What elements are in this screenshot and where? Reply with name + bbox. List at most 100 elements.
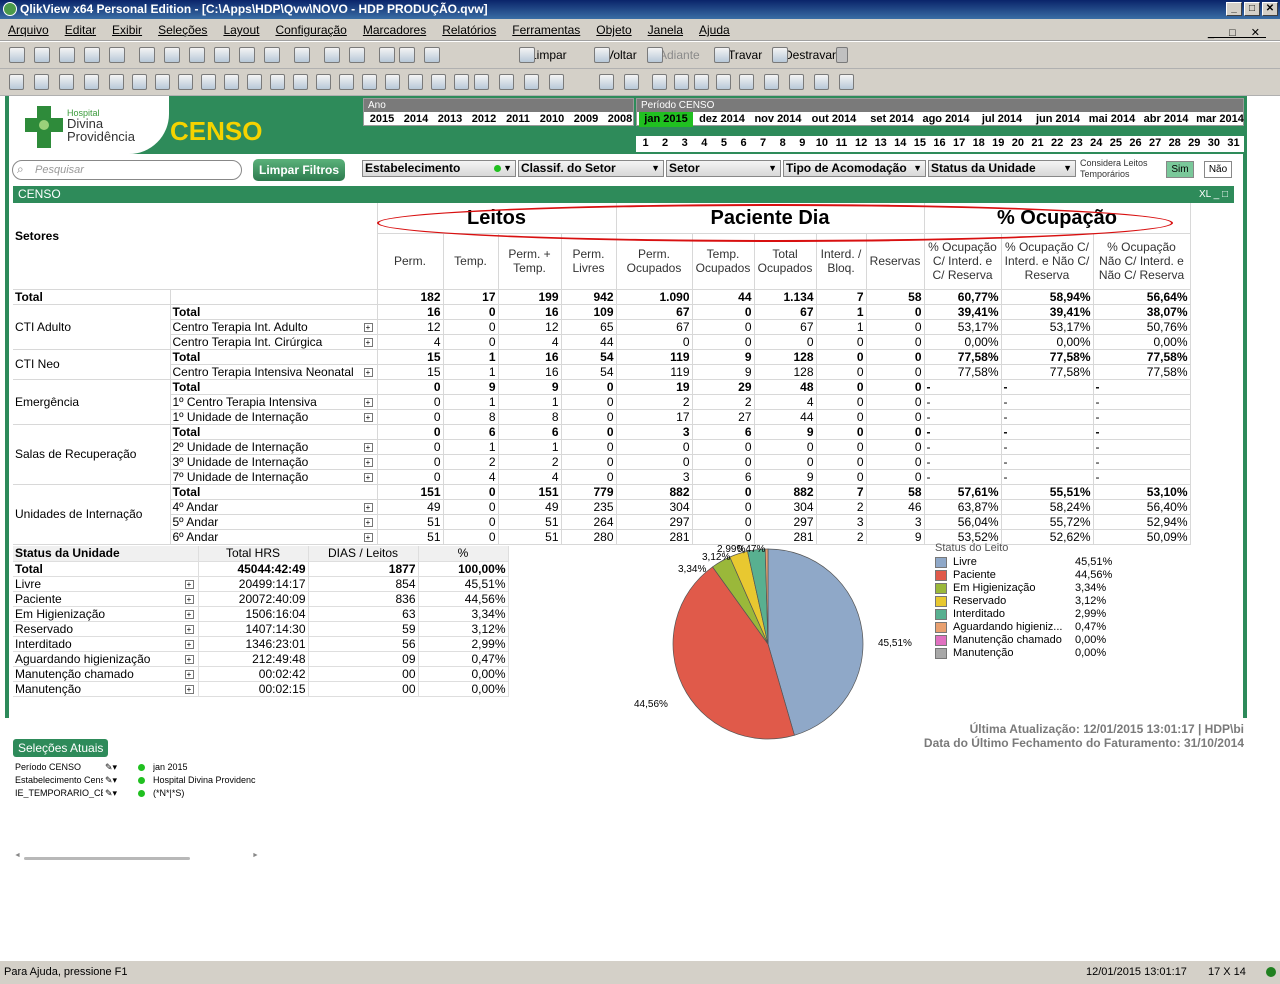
- toolbar-icon[interactable]: [454, 74, 469, 90]
- menu-item[interactable]: Editar: [57, 19, 104, 41]
- sector-name[interactable]: Unidades de Internação: [13, 484, 171, 545]
- dia-item[interactable]: 7: [754, 136, 773, 151]
- horizontal-scrollbar[interactable]: [24, 857, 190, 860]
- toolbar-icon[interactable]: [694, 74, 709, 90]
- dia-item[interactable]: 16: [930, 136, 949, 151]
- toolbar-icon[interactable]: [214, 47, 230, 63]
- toolbar-icon[interactable]: [772, 47, 788, 63]
- column-header[interactable]: Reservas: [866, 233, 925, 290]
- dia-item[interactable]: 20: [1008, 136, 1027, 151]
- toolbar-icon[interactable]: [652, 74, 667, 90]
- expand-icon[interactable]: +: [363, 472, 373, 482]
- toolbar-icon[interactable]: [293, 74, 308, 90]
- dia-item[interactable]: 4: [695, 136, 714, 151]
- dia-item[interactable]: 8: [773, 136, 792, 151]
- status-column-header[interactable]: DIAS / Leitos: [308, 546, 419, 562]
- toolbar-icon[interactable]: [739, 74, 754, 90]
- close-button[interactable]: ✕: [1262, 2, 1278, 16]
- dia-item[interactable]: 9: [793, 136, 812, 151]
- row-label[interactable]: Centro Terapia Int. Cirúrgica +: [170, 334, 378, 350]
- caption-icons[interactable]: XL _ □: [1199, 186, 1228, 203]
- toolbar-icon[interactable]: [408, 74, 423, 90]
- voltar-button[interactable]: Voltar: [606, 48, 637, 62]
- menu-item[interactable]: Layout: [215, 19, 267, 41]
- ano-item[interactable]: 2012: [468, 112, 500, 127]
- ano-listbox[interactable]: Ano 2015 2014 2013 2012 2011 2010 2009 2008: [363, 98, 634, 126]
- legend-item[interactable]: Interditado 2,99%: [935, 608, 1115, 621]
- toolbar-icon[interactable]: [189, 47, 205, 63]
- toolbar-icon[interactable]: [524, 74, 539, 90]
- expand-icon[interactable]: +: [363, 502, 373, 512]
- nao-button[interactable]: Não: [1204, 161, 1232, 178]
- column-header[interactable]: Perm.: [377, 233, 444, 290]
- maximize-button[interactable]: □: [1244, 2, 1260, 16]
- periodo-item[interactable]: nov 2014: [751, 112, 805, 127]
- dia-item[interactable]: 19: [989, 136, 1008, 151]
- mdi-controls[interactable]: _ □ ✕: [1200, 22, 1274, 43]
- column-header[interactable]: Temp.: [443, 233, 499, 290]
- dia-item[interactable]: 22: [1048, 136, 1067, 151]
- toolbar-icon[interactable]: [549, 74, 564, 90]
- toolbar-icon[interactable]: [647, 47, 663, 63]
- ano-item[interactable]: 2013: [434, 112, 466, 127]
- toolbar-icon[interactable]: [109, 74, 124, 90]
- row-label[interactable]: 4º Andar +: [170, 499, 378, 515]
- toolbar-icon[interactable]: [34, 74, 49, 90]
- dia-item[interactable]: 30: [1204, 136, 1223, 151]
- dia-item[interactable]: 18: [969, 136, 988, 151]
- legend-item[interactable]: Em Higienização 3,34%: [935, 582, 1115, 595]
- periodo-item[interactable]: out 2014: [807, 112, 861, 127]
- legend-item[interactable]: Livre 45,51%: [935, 556, 1115, 569]
- status-cell[interactable]: Interditado +: [13, 636, 199, 652]
- dia-item[interactable]: 25: [1106, 136, 1125, 151]
- row-label[interactable]: 2º Unidade de Internação +: [170, 439, 378, 455]
- toolbar-icon[interactable]: [59, 47, 75, 63]
- dia-item[interactable]: 17: [950, 136, 969, 151]
- row-label[interactable]: Centro Terapia Int. Adulto +: [170, 319, 378, 335]
- search-input[interactable]: Pesquisar: [12, 160, 242, 180]
- row-label[interactable]: 6º Andar +: [170, 529, 378, 545]
- filter-tipo-acomodacao[interactable]: Tipo de Acomodação ▼: [783, 160, 926, 177]
- row-label[interactable]: 1º Unidade de Internação +: [170, 409, 378, 425]
- ano-item[interactable]: 2010: [536, 112, 568, 127]
- periodo-item[interactable]: mai 2014: [1085, 112, 1139, 127]
- selecao-row[interactable]: IE_TEMPORARIO_CE ✎▾ (*N*|*S): [15, 788, 260, 800]
- expand-icon[interactable]: +: [184, 639, 194, 649]
- selecao-row[interactable]: Período CENSO ✎▾ jan 2015: [15, 762, 260, 774]
- sector-name[interactable]: CTI Neo: [13, 349, 171, 380]
- dia-item[interactable]: 15: [910, 136, 929, 151]
- toolbar-icon[interactable]: [139, 47, 155, 63]
- destravar-button[interactable]: Destravar: [784, 48, 836, 62]
- column-header[interactable]: % Ocupação C/ Interd. e Não C/ Reserva: [1001, 233, 1094, 290]
- toolbar-icon[interactable]: [424, 47, 440, 63]
- status-column-header[interactable]: Status da Unidade: [13, 546, 199, 562]
- expand-icon[interactable]: +: [184, 594, 194, 604]
- expand-icon[interactable]: +: [184, 624, 194, 634]
- toolbar-icon[interactable]: [201, 74, 216, 90]
- toolbar-icon[interactable]: [814, 74, 829, 90]
- row-label[interactable]: −Total: [170, 484, 378, 500]
- toolbar-icon[interactable]: [59, 74, 74, 90]
- periodo-item[interactable]: jul 2014: [975, 112, 1029, 127]
- periodo-listbox[interactable]: Período CENSO jan 2015 dez 2014 nov 2014 ou…: [636, 98, 1244, 127]
- toolbar-icon[interactable]: [9, 74, 24, 90]
- dia-item[interactable]: 6: [734, 136, 753, 151]
- legend-item[interactable]: Manutenção chamado 0,00%: [935, 634, 1115, 647]
- toolbar-icon[interactable]: [270, 74, 285, 90]
- column-header[interactable]: Perm. + Temp.: [498, 233, 562, 290]
- sector-name[interactable]: Emergência: [13, 379, 171, 425]
- periodo-item[interactable]: jan 2015: [639, 112, 693, 127]
- dia-item[interactable]: 13: [871, 136, 890, 151]
- toolbar-icon[interactable]: [349, 47, 365, 63]
- filter-setor[interactable]: Setor ▼: [666, 160, 781, 177]
- toolbar-icon[interactable]: [247, 74, 262, 90]
- toolbar-icon[interactable]: [178, 74, 193, 90]
- column-header[interactable]: Perm. Ocupados: [616, 233, 693, 290]
- eraser-icon[interactable]: ✎▾: [105, 788, 117, 799]
- scroll-left-icon[interactable]: ◄: [14, 852, 21, 859]
- column-header[interactable]: % Ocupação Não C/ Interd. e Não C/ Reser…: [1093, 233, 1191, 290]
- menu-item[interactable]: Configuração: [267, 19, 354, 41]
- status-cell[interactable]: Manutenção +: [13, 681, 199, 697]
- expand-icon[interactable]: +: [363, 397, 373, 407]
- menu-item[interactable]: Marcadores: [355, 19, 434, 41]
